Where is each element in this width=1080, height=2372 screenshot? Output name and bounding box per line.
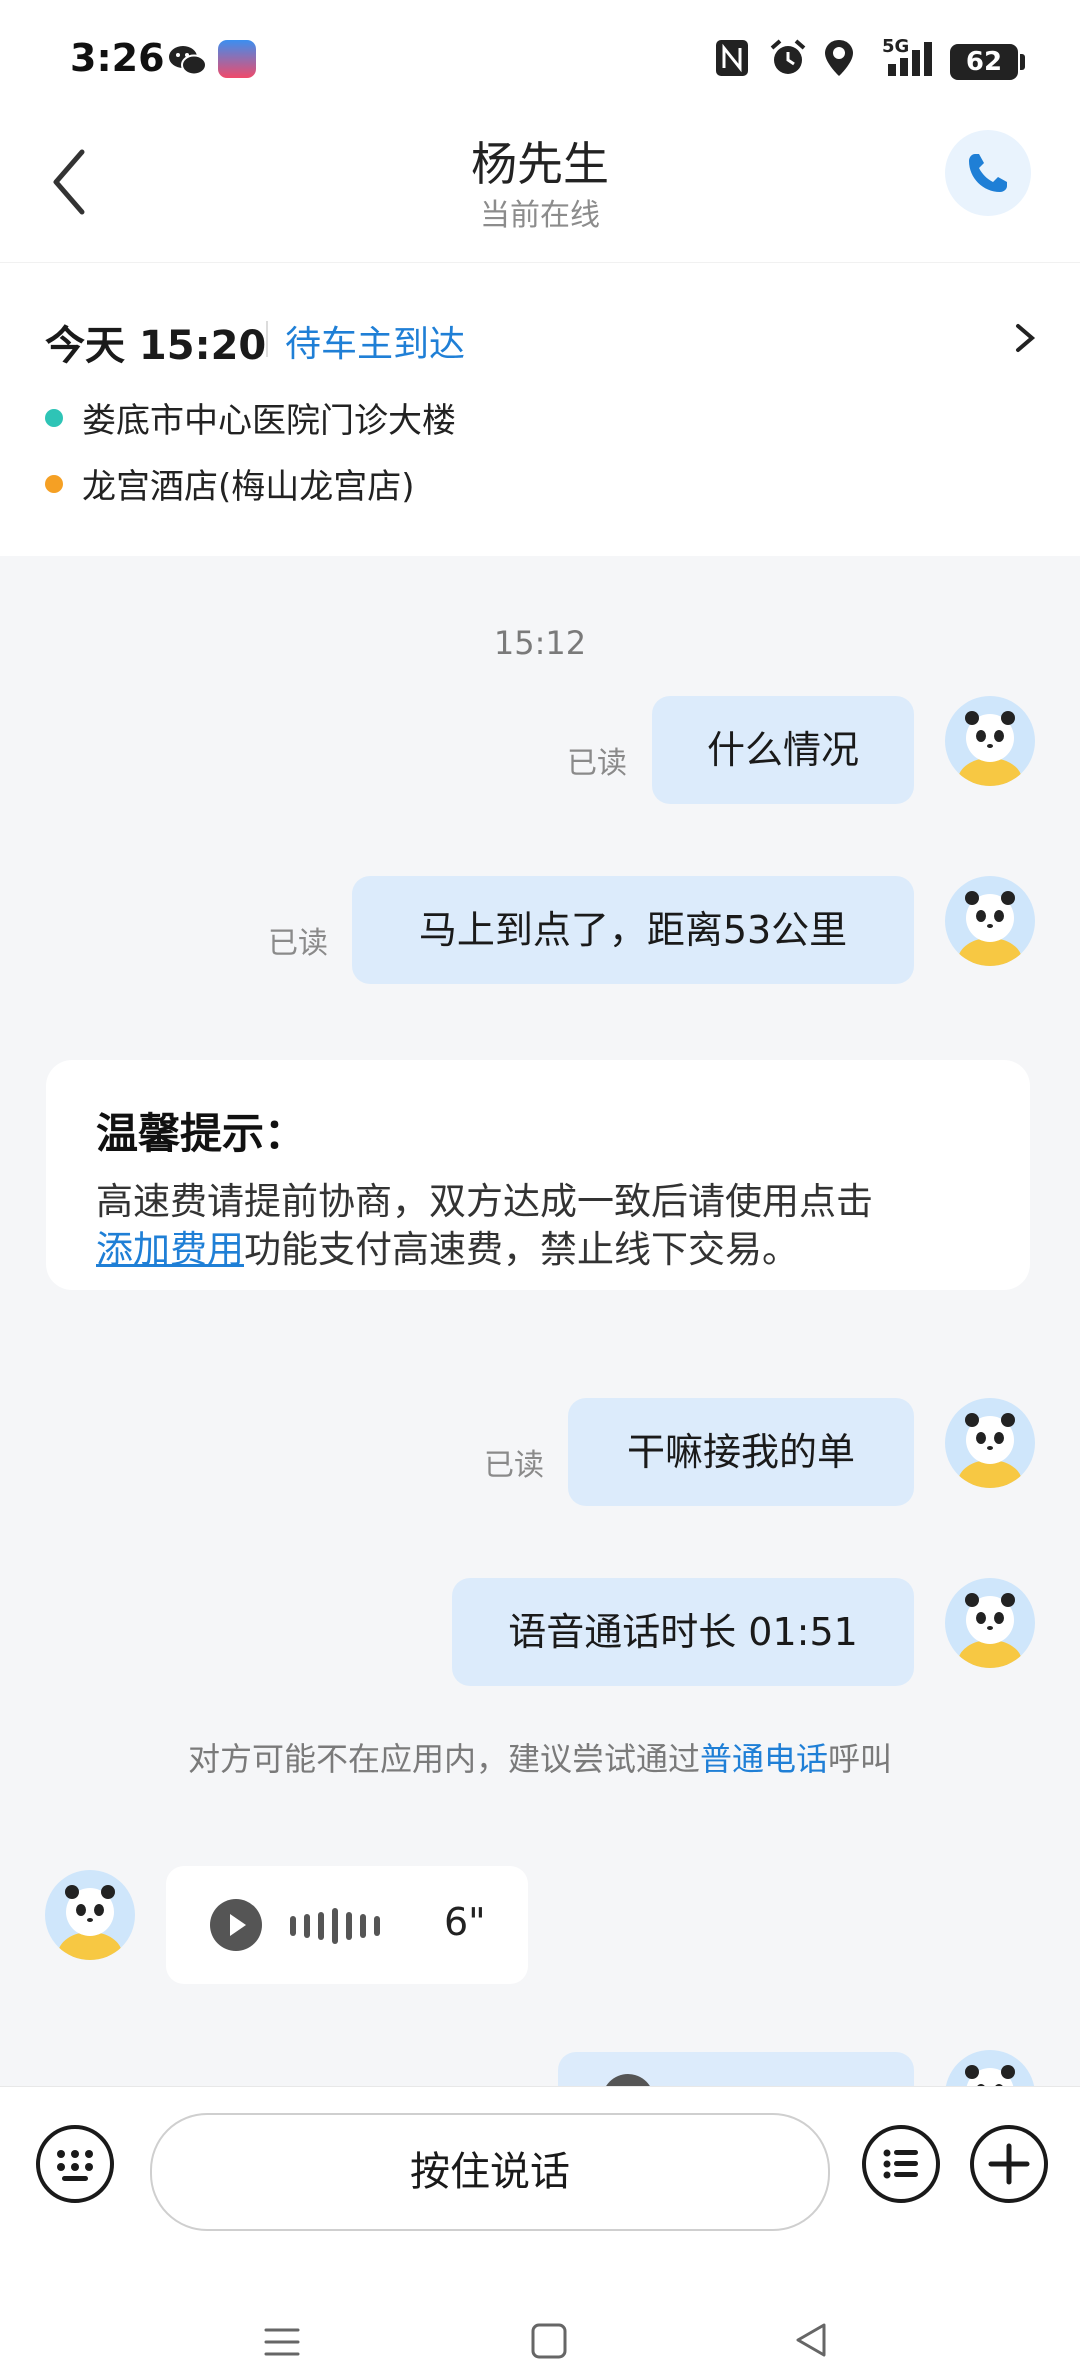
status-time: 3:26 — [70, 36, 165, 80]
tip-text-rest: 功能支付高速费，禁止线下交易。 — [244, 1228, 799, 1271]
add-fee-link[interactable]: 添加费用 — [96, 1228, 244, 1271]
avatar[interactable] — [945, 2050, 1035, 2086]
keyboard-icon — [57, 2150, 93, 2181]
message-bubble[interactable]: 什么情况 — [652, 696, 914, 804]
dropoff-dot — [45, 475, 63, 493]
plus-icon — [988, 2143, 1030, 2185]
message-bubble[interactable]: 干嘛接我的单 — [568, 1398, 914, 1506]
trip-status: 待车主到达 — [285, 324, 466, 365]
avatar[interactable] — [945, 1578, 1035, 1668]
panda-avatar-icon — [965, 2065, 1015, 2086]
nfc-icon — [716, 40, 748, 76]
play-icon[interactable] — [602, 2074, 654, 2086]
system-nav-bar — [0, 2246, 1080, 2372]
message-timestamp: 15:12 — [493, 624, 587, 662]
chevron-right-icon[interactable] — [1010, 318, 1040, 358]
trip-card[interactable]: 今天 15:20 待车主到达 娄底市中心医院门诊大楼 龙宫酒店(梅山龙宫店) — [0, 262, 1080, 553]
divider — [266, 321, 268, 357]
contact-name: 杨先生 — [471, 137, 609, 191]
phone-icon — [969, 154, 1007, 192]
voice-call-record[interactable]: 语音通话时长 01:51 — [452, 1578, 914, 1686]
battery-indicator: 62 — [950, 44, 1025, 80]
notice-text-end: 呼叫 — [828, 1740, 893, 1778]
menu-icon[interactable] — [262, 2324, 302, 2360]
online-status: 当前在线 — [480, 198, 600, 233]
call-button[interactable] — [945, 130, 1031, 216]
avatar[interactable] — [945, 1398, 1035, 1488]
input-bar: 按住说话 — [0, 2086, 1080, 2247]
signal-icon — [888, 42, 932, 76]
pickup-dot — [45, 409, 63, 427]
message-bubble[interactable]: 马上到点了，距离53公里 — [352, 876, 914, 984]
panda-avatar-icon — [958, 711, 1022, 786]
more-button[interactable] — [970, 2125, 1048, 2203]
voice-message[interactable]: 6" — [166, 1866, 528, 1984]
avatar[interactable] — [945, 876, 1035, 966]
panda-avatar-icon — [58, 1885, 122, 1960]
regular-call-link[interactable]: 普通电话 — [700, 1740, 828, 1778]
wechat-icon — [169, 46, 207, 76]
tip-title: 温馨提示： — [96, 1109, 307, 1158]
quick-phrases-button[interactable] — [862, 2125, 940, 2203]
waveform-icon — [290, 1908, 380, 1944]
hold-to-talk-button[interactable]: 按住说话 — [150, 2113, 830, 2231]
alarm-icon — [770, 39, 806, 74]
panda-avatar-icon — [958, 1413, 1022, 1488]
tip-text: 高速费请提前协商，双方达成一致后请使用点击 添加费用功能支付高速费，禁止线下交易… — [96, 1178, 996, 1274]
read-receipt: 已读 — [567, 746, 627, 781]
play-icon[interactable] — [210, 1899, 262, 1951]
notice-text: 对方可能不在应用内，建议尝试通过 — [187, 1740, 700, 1778]
pickup-location: 娄底市中心医院门诊大楼 — [82, 401, 456, 441]
app-notification-icon — [218, 40, 256, 78]
back-nav-icon[interactable] — [792, 2320, 832, 2360]
tip-card: 温馨提示： 高速费请提前协商，双方达成一致后请使用点击 添加费用功能支付高速费，… — [46, 1060, 1030, 1290]
dropoff-location: 龙宫酒店(梅山龙宫店) — [82, 467, 415, 507]
chat-area[interactable]: 15:12 已读 什么情况 已读 马上到点了，距离53公里 温馨提示： 高速费请… — [0, 556, 1080, 2086]
avatar[interactable] — [945, 696, 1035, 786]
list-icon — [883, 2149, 918, 2179]
voice-duration: 6" — [444, 1900, 486, 1944]
keyboard-button[interactable] — [36, 2125, 114, 2203]
read-receipt: 已读 — [268, 926, 328, 961]
panda-avatar-icon — [958, 1593, 1022, 1668]
read-receipt: 已读 — [484, 1448, 544, 1483]
message-bubble-partial[interactable] — [558, 2052, 914, 2086]
home-icon[interactable] — [530, 2322, 568, 2360]
avatar[interactable] — [45, 1870, 135, 1960]
status-bar: 3:26 5G 62 — [0, 0, 1080, 110]
chat-header: 杨先生 当前在线 — [0, 110, 1080, 260]
call-notice: 对方可能不在应用内，建议尝试通过普通电话呼叫 — [0, 1734, 1080, 1780]
panda-avatar-icon — [958, 891, 1022, 966]
trip-time: 今天 15:20 — [45, 323, 267, 369]
tip-text-line1: 高速费请提前协商，双方达成一致后请使用点击 — [96, 1180, 873, 1223]
location-icon — [825, 40, 853, 76]
